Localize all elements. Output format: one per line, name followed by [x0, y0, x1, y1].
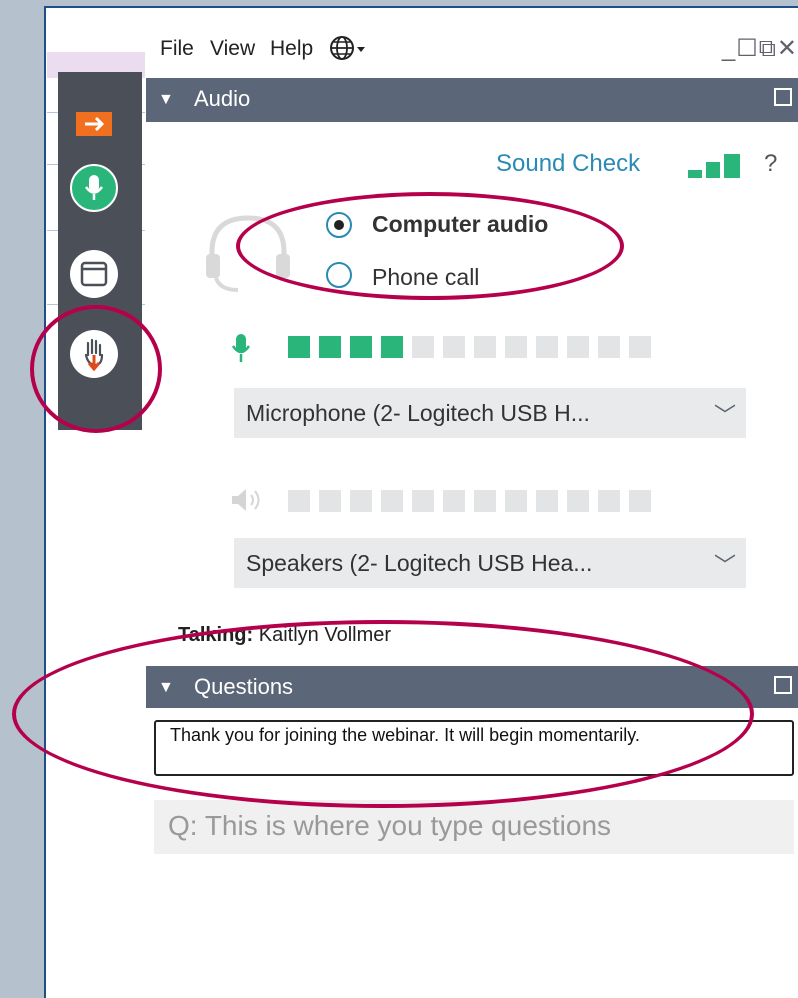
- audio-panel-header[interactable]: ▼ Audio: [146, 78, 798, 122]
- menu-view[interactable]: View: [210, 37, 255, 61]
- collapse-triangle-icon: ▼: [158, 679, 174, 696]
- speaker-icon: [232, 489, 260, 511]
- talking-label: Talking:: [178, 624, 254, 646]
- mic-level-meter: [288, 336, 651, 358]
- window-icon: [80, 261, 108, 287]
- speakers-select-value: Speakers (2- Logitech USB Hea...: [246, 550, 593, 576]
- microphone-icon: [84, 175, 104, 200]
- audio-panel-title: Audio: [194, 86, 251, 111]
- raise-hand-icon: [84, 338, 104, 371]
- talking-indicator: Talking: Kaitlyn Vollmer: [178, 624, 391, 647]
- microphone-select[interactable]: Microphone (2- Logitech USB H... ﹀: [234, 388, 746, 438]
- microphone-button[interactable]: [70, 164, 118, 212]
- phone-call-label[interactable]: Phone call: [372, 264, 479, 291]
- menu-help[interactable]: Help: [270, 37, 313, 61]
- speakers-select[interactable]: Speakers (2- Logitech USB Hea... ﹀: [234, 538, 746, 588]
- speaker-level-meter: [288, 490, 651, 512]
- computer-audio-radio[interactable]: [326, 212, 352, 238]
- window-controls[interactable]: _☐⧉✕: [722, 34, 798, 63]
- computer-audio-label[interactable]: Computer audio: [372, 211, 548, 238]
- raise-hand-button[interactable]: [70, 330, 118, 378]
- help-icon[interactable]: ?: [764, 150, 777, 178]
- questions-message: Thank you for joining the webinar. It wi…: [154, 720, 794, 776]
- popout-icon[interactable]: [774, 676, 792, 694]
- signal-strength-icon: [688, 154, 740, 178]
- microphone-select-value: Microphone (2- Logitech USB H...: [246, 400, 590, 426]
- menu-file[interactable]: File: [160, 37, 194, 61]
- talking-name: Kaitlyn Vollmer: [258, 624, 392, 646]
- question-input[interactable]: Q: This is where you type questions: [154, 800, 794, 854]
- phone-call-radio[interactable]: [326, 262, 352, 288]
- chevron-down-icon: ﹀: [713, 403, 736, 428]
- collapse-triangle-icon: ▼: [158, 91, 174, 108]
- questions-panel-title: Questions: [194, 674, 294, 699]
- popout-icon[interactable]: [774, 88, 792, 106]
- menu-bar: File View Help _☐⧉✕: [146, 10, 798, 78]
- globe-icon: [330, 36, 365, 60]
- arrow-right-button[interactable]: [70, 100, 118, 148]
- microphone-icon: [231, 334, 251, 362]
- control-panel: File View Help _☐⧉✕ ▼ Audio Sound Check …: [146, 10, 798, 985]
- language-menu[interactable]: [328, 34, 370, 70]
- side-toolbar: [58, 72, 142, 430]
- questions-panel-header[interactable]: ▼ Questions: [146, 666, 798, 708]
- window-button[interactable]: [70, 250, 118, 298]
- sound-check-link[interactable]: Sound Check: [496, 150, 640, 178]
- headset-icon: [206, 215, 290, 292]
- arrow-right-icon: [76, 112, 112, 136]
- chevron-down-icon: ﹀: [713, 553, 736, 578]
